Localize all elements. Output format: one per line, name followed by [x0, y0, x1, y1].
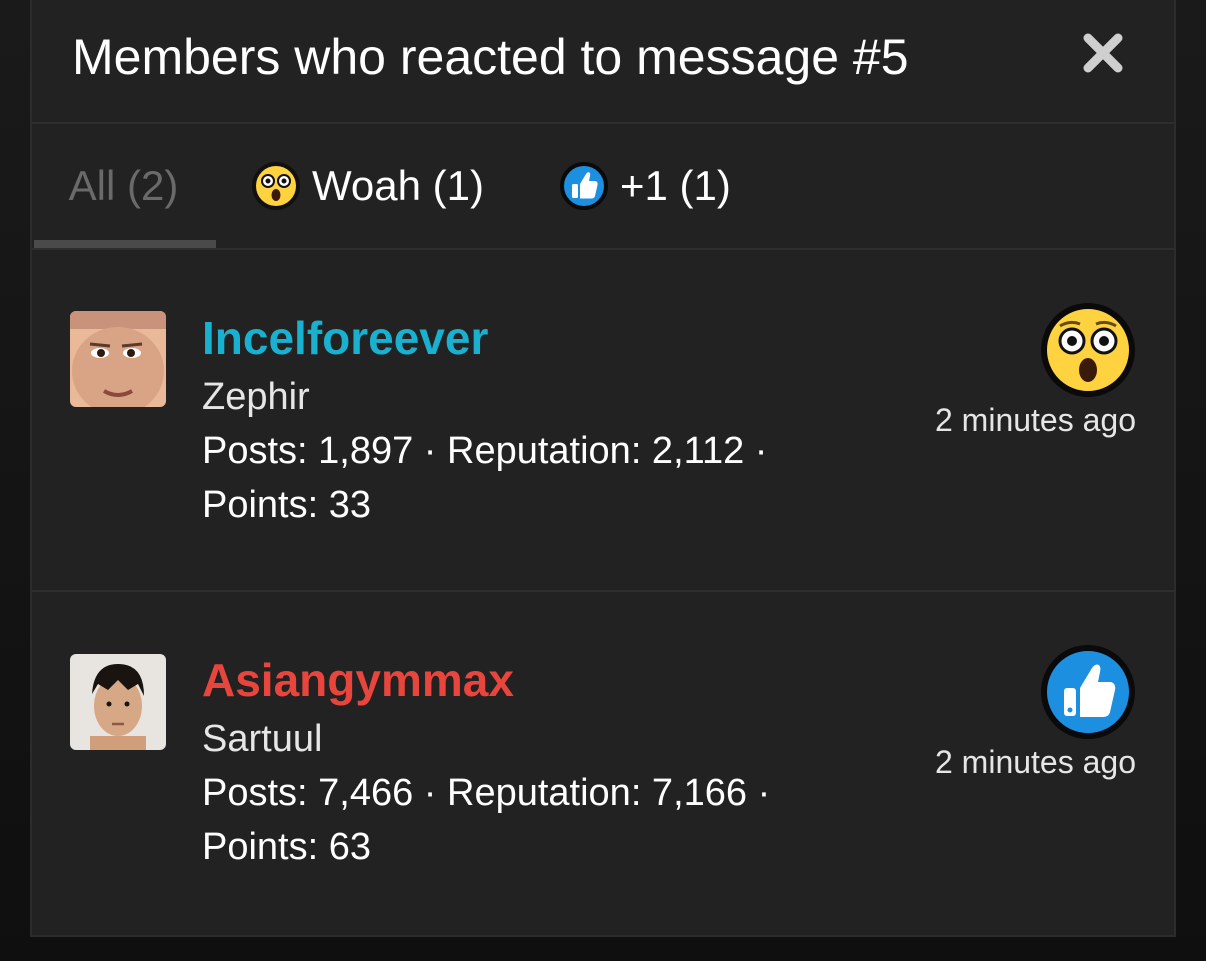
reaction-time: 2 minutes ago — [934, 744, 1136, 780]
tab-all-label: All (2) — [68, 162, 179, 209]
member-points: Points: 63 — [202, 826, 371, 868]
reaction-tabs: All (2) Woah (1) +1 (1) — [32, 124, 1174, 250]
close-icon[interactable] — [1080, 30, 1126, 76]
dialog-header: Members who reacted to message #5 — [32, 0, 1174, 124]
member-points: Points: 33 — [202, 484, 371, 526]
reaction-time: 2 minutes ago — [934, 402, 1136, 438]
member-title: Zephir — [202, 376, 310, 418]
member-username[interactable]: Incelforeever — [202, 310, 842, 366]
woah-emoji-icon — [252, 162, 300, 210]
avatar[interactable] — [70, 311, 166, 407]
tab-plus-one[interactable]: +1 (1) — [560, 124, 731, 248]
woah-emoji-icon — [1040, 302, 1136, 398]
member-info: Incelforeever Zephir Posts: 1,897 · Repu… — [202, 310, 842, 532]
dialog-title: Members who reacted to message #5 — [72, 29, 909, 85]
member-stats: Posts: 7,466 · Reputation: 7,166 · — [202, 772, 771, 814]
list-item: Incelforeever Zephir Posts: 1,897 · Repu… — [32, 250, 1174, 592]
thumbs-up-icon — [560, 162, 608, 210]
active-tab-indicator — [34, 240, 216, 248]
list-item: Asiangymmax Sartuul Posts: 7,466 · Reput… — [32, 592, 1174, 935]
tab-woah[interactable]: Woah (1) — [252, 124, 484, 248]
tab-plus-one-label: +1 (1) — [620, 162, 731, 209]
member-username[interactable]: Asiangymmax — [202, 652, 842, 708]
member-title: Sartuul — [202, 718, 323, 760]
thumbs-up-icon — [1040, 644, 1136, 740]
tab-woah-label: Woah (1) — [312, 162, 484, 209]
member-info: Asiangymmax Sartuul Posts: 7,466 · Reput… — [202, 652, 842, 874]
reactions-dialog: Members who reacted to message #5 All (2… — [30, 0, 1176, 937]
tab-all[interactable]: All (2) — [32, 124, 216, 248]
member-stats: Posts: 1,897 · Reputation: 2,112 · — [202, 430, 768, 472]
avatar[interactable] — [70, 654, 166, 750]
